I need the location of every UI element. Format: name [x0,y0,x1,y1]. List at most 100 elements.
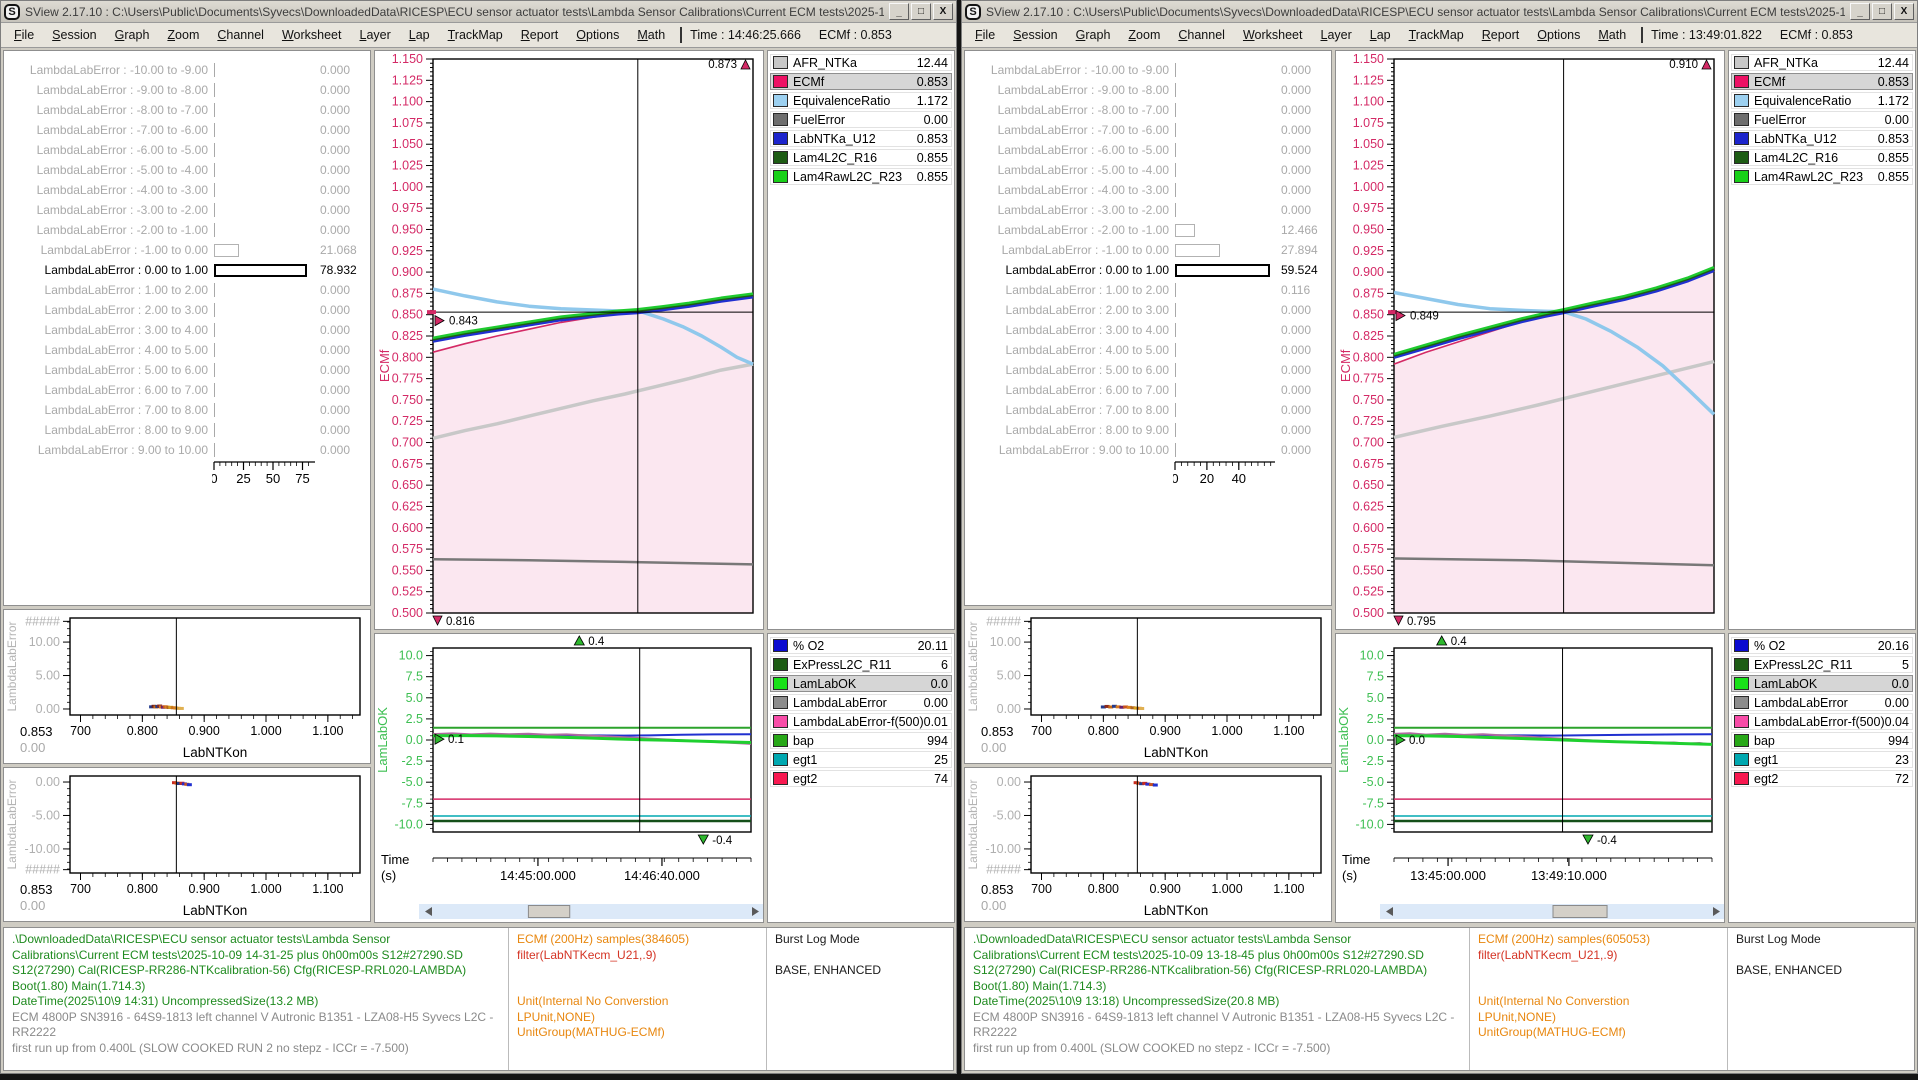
titlebar[interactable]: S SView 2.17.10 : C:\Users\Public\Docume… [962,1,1917,23]
legend-row[interactable]: ExPressL2C_R11 6 [770,656,952,673]
histogram-row[interactable]: LambdaLabError : -8.00 to -7.00 0.000 [4,100,370,120]
histogram-row[interactable]: LambdaLabError : -10.00 to -9.00 0.000 [4,60,370,80]
histogram-row[interactable]: LambdaLabError : 8.00 to 9.00 0.000 [4,420,370,440]
histogram-row[interactable]: LambdaLabError : -6.00 to -5.00 0.000 [965,140,1331,160]
titlebar[interactable]: S SView 2.17.10 : C:\Users\Public\Docume… [1,1,956,23]
menu-item[interactable]: Lap [1361,25,1400,45]
histogram-row[interactable]: LambdaLabError : -1.00 to 0.00 21.068 [4,240,370,260]
legend-row[interactable]: Lam4RawL2C_R23 0.855 [1731,168,1913,185]
legend-row[interactable]: egt1 25 [770,751,952,768]
close-button[interactable]: X [1894,3,1914,20]
histogram-row[interactable]: LambdaLabError : -5.00 to -4.00 0.000 [4,160,370,180]
menu-item[interactable]: Layer [350,25,399,45]
histogram-row[interactable]: LambdaLabError : -2.00 to -1.00 0.000 [4,220,370,240]
lamlabok-chart[interactable]: -10.0-7.5-5.0-2.50.02.55.07.510.00.10.4-… [374,633,764,923]
histogram-row[interactable]: LambdaLabError : -1.00 to 0.00 27.894 [965,240,1331,260]
maximize-button[interactable]: □ [911,3,931,20]
legend-row[interactable]: LambdaLabError-f(500) 0.04 [1731,713,1913,730]
histogram-row[interactable]: LambdaLabError : 6.00 to 7.00 0.000 [4,380,370,400]
legend-row[interactable]: EquivalenceRatio 1.172 [1731,92,1913,109]
legend-row[interactable]: % O2 20.11 [770,637,952,654]
histogram-row[interactable]: LambdaLabError : 7.00 to 8.00 0.000 [4,400,370,420]
legend-row[interactable]: LambdaLabError-f(500) 0.01 [770,713,952,730]
scatter-chart-bottom[interactable]: 0.00-5.00-10.00#####7000.8000.9001.0001.… [3,767,371,922]
legend-row[interactable]: LabNTKa_U12 0.853 [770,130,952,147]
minimize-button[interactable]: _ [889,3,909,20]
lamlabok-chart[interactable]: -10.0-7.5-5.0-2.50.02.55.07.510.00.00.4-… [1335,633,1725,923]
legend-row[interactable]: FuelError 0.00 [1731,111,1913,128]
legend-row[interactable]: % O2 20.16 [1731,637,1913,654]
histogram-row[interactable]: LambdaLabError : 7.00 to 8.00 0.000 [965,400,1331,420]
histogram-row[interactable]: LambdaLabError : 3.00 to 4.00 0.000 [4,320,370,340]
histogram-row[interactable]: LambdaLabError : -8.00 to -7.00 0.000 [965,100,1331,120]
legend-row[interactable]: egt2 72 [1731,770,1913,787]
menu-item[interactable]: Session [43,25,105,45]
histogram-row[interactable]: LambdaLabError : 4.00 to 5.00 0.000 [965,340,1331,360]
histogram-row[interactable]: LambdaLabError : 5.00 to 6.00 0.000 [4,360,370,380]
legend-row[interactable]: AFR_NTKa 12.44 [1731,54,1913,71]
histogram-row[interactable]: LambdaLabError : -10.00 to -9.00 0.000 [965,60,1331,80]
histogram-row[interactable]: LambdaLabError : 3.00 to 4.00 0.000 [965,320,1331,340]
histogram-row[interactable]: LambdaLabError : 2.00 to 3.00 0.000 [965,300,1331,320]
histogram-row[interactable]: LambdaLabError : -9.00 to -8.00 0.000 [965,80,1331,100]
histogram-row[interactable]: LambdaLabError : 5.00 to 6.00 0.000 [965,360,1331,380]
maximize-button[interactable]: □ [1872,3,1892,20]
menu-item[interactable]: Channel [1169,25,1234,45]
legend-row[interactable]: ECMf 0.853 [770,73,952,90]
scatter-chart-top[interactable]: #####10.005.000.007000.8000.9001.0001.10… [964,609,1332,764]
legend-row[interactable]: bap 994 [770,732,952,749]
legend-row[interactable]: LambdaLabError 0.00 [1731,694,1913,711]
histogram-row[interactable]: LambdaLabError : -6.00 to -5.00 0.000 [4,140,370,160]
menu-item[interactable]: File [5,25,43,45]
menu-item[interactable]: Options [1528,25,1589,45]
menu-item[interactable]: Worksheet [1234,25,1312,45]
legend-row[interactable]: ECMf 0.853 [1731,73,1913,90]
histogram-row[interactable]: LambdaLabError : 2.00 to 3.00 0.000 [4,300,370,320]
main-chart[interactable]: 0.5000.5250.5500.5750.6000.6250.6500.675… [1335,50,1725,630]
legend-row[interactable]: ExPressL2C_R11 5 [1731,656,1913,673]
menu-item[interactable]: Options [567,25,628,45]
histogram-row[interactable]: LambdaLabError : -7.00 to -6.00 0.000 [4,120,370,140]
menu-item[interactable]: Report [1473,25,1529,45]
legend-row[interactable]: LambdaLabError 0.00 [770,694,952,711]
histogram-row[interactable]: LambdaLabError : 0.00 to 1.00 59.524 [965,260,1331,280]
menu-item[interactable]: TrackMap [439,25,512,45]
menu-item[interactable]: Math [1589,25,1635,45]
legend-row[interactable]: LamLabOK 0.0 [770,675,952,692]
legend-row[interactable]: LabNTKa_U12 0.853 [1731,130,1913,147]
legend-row[interactable]: AFR_NTKa 12.44 [770,54,952,71]
menu-item[interactable]: Graph [1067,25,1120,45]
legend-row[interactable]: LamLabOK 0.0 [1731,675,1913,692]
menu-item[interactable]: Layer [1311,25,1360,45]
menu-item[interactable]: Lap [400,25,439,45]
menu-item[interactable]: Channel [208,25,273,45]
legend-row[interactable]: Lam4L2C_R16 0.855 [1731,149,1913,166]
histogram-row[interactable]: LambdaLabError : -9.00 to -8.00 0.000 [4,80,370,100]
histogram-row[interactable]: LambdaLabError : -3.00 to -2.00 0.000 [4,200,370,220]
histogram-row[interactable]: LambdaLabError : -2.00 to -1.00 12.466 [965,220,1331,240]
menu-item[interactable]: Math [628,25,674,45]
menu-item[interactable]: TrackMap [1400,25,1473,45]
close-button[interactable]: X [933,3,953,20]
histogram-row[interactable]: LambdaLabError : 9.00 to 10.00 0.000 [965,440,1331,460]
histogram-row[interactable]: LambdaLabError : -4.00 to -3.00 0.000 [4,180,370,200]
scatter-chart-bottom[interactable]: 0.00-5.00-10.00#####7000.8000.9001.0001.… [964,767,1332,922]
legend-row[interactable]: EquivalenceRatio 1.172 [770,92,952,109]
histogram-row[interactable]: LambdaLabError : -7.00 to -6.00 0.000 [965,120,1331,140]
legend-row[interactable]: egt2 74 [770,770,952,787]
histogram-row[interactable]: LambdaLabError : 1.00 to 2.00 0.116 [965,280,1331,300]
menu-item[interactable]: Zoom [1119,25,1169,45]
histogram-row[interactable]: LambdaLabError : -5.00 to -4.00 0.000 [965,160,1331,180]
menu-item[interactable]: Report [512,25,568,45]
histogram-row[interactable]: LambdaLabError : 4.00 to 5.00 0.000 [4,340,370,360]
legend-row[interactable]: Lam4RawL2C_R23 0.855 [770,168,952,185]
legend-row[interactable]: egt1 23 [1731,751,1913,768]
scatter-chart-top[interactable]: #####10.005.000.007000.8000.9001.0001.10… [3,609,371,764]
histogram-row[interactable]: LambdaLabError : 9.00 to 10.00 0.000 [4,440,370,460]
legend-row[interactable]: bap 994 [1731,732,1913,749]
menu-item[interactable]: Session [1004,25,1066,45]
main-chart[interactable]: 0.5000.5250.5500.5750.6000.6250.6500.675… [374,50,764,630]
legend-row[interactable]: FuelError 0.00 [770,111,952,128]
histogram-row[interactable]: LambdaLabError : 0.00 to 1.00 78.932 [4,260,370,280]
histogram-row[interactable]: LambdaLabError : 1.00 to 2.00 0.000 [4,280,370,300]
